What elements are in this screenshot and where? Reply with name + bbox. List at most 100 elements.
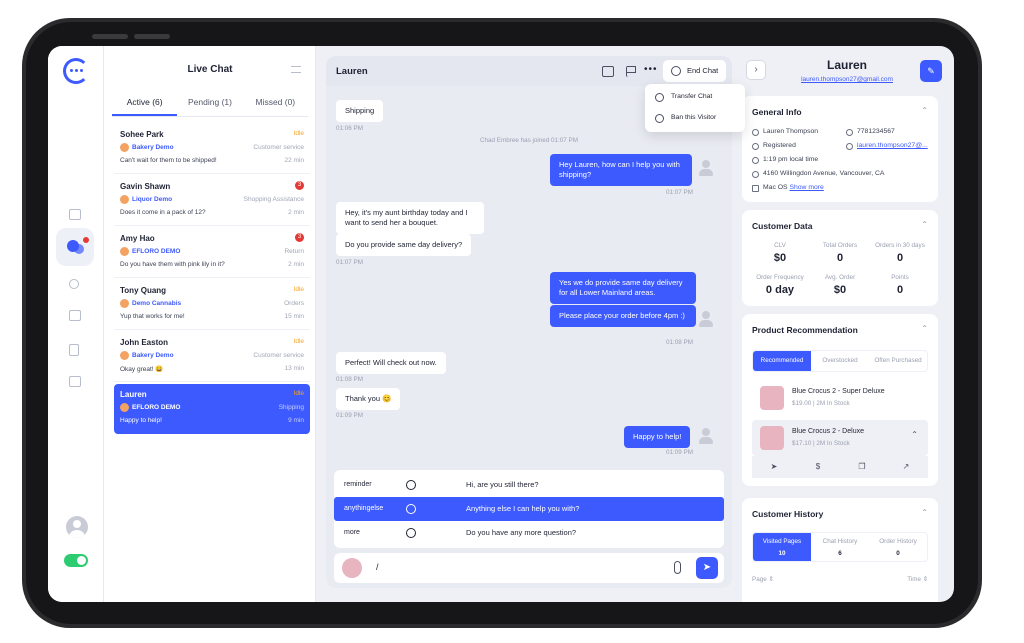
recommendation-tabs: Recommended Overstocked Often Purchased xyxy=(752,350,928,372)
message-timestamp: 01:06 PM xyxy=(336,125,363,132)
logo-icon[interactable] xyxy=(63,58,89,84)
users-icon[interactable] xyxy=(69,279,79,289)
chat-nav-item[interactable] xyxy=(56,228,94,266)
metric-avg-order: Avg. Order $0 xyxy=(810,274,870,296)
category-label: Customer service xyxy=(253,352,304,359)
phone-text: 7781234567 xyxy=(857,128,895,135)
registered: Registered xyxy=(752,142,796,150)
dollar-icon[interactable] xyxy=(602,66,614,77)
registered-text: Registered xyxy=(763,142,796,149)
edit-button[interactable]: ✎ xyxy=(920,60,942,82)
send-button[interactable]: ➤ xyxy=(696,557,718,579)
ban-visitor-item[interactable]: Ban this Visitor xyxy=(655,114,716,123)
metric-total-orders: Total Orders 0 xyxy=(810,242,870,264)
category-label: Shipping xyxy=(278,404,304,411)
chevron-up-icon[interactable]: ⌃ xyxy=(921,324,928,333)
metric-label: Points xyxy=(891,274,909,281)
history-tabs: Visited Pages 10 Chat History 6 Order Hist… xyxy=(752,532,928,562)
tab-count: 10 xyxy=(778,550,786,557)
message-in: Perfect! Will check out now. xyxy=(336,352,446,374)
chevron-up-icon[interactable]: ⌃ xyxy=(921,508,928,517)
metric-clv: CLV $0 xyxy=(750,242,810,264)
canned-key: reminder xyxy=(344,481,372,488)
user-avatar[interactable] xyxy=(66,516,88,538)
product-item[interactable]: Blue Crocus 2 - Super Deluxe $19.00 | 2M… xyxy=(752,380,928,416)
filter-icon[interactable] xyxy=(291,66,301,73)
status-badge: Idle xyxy=(293,286,304,293)
document-icon[interactable] xyxy=(69,344,79,356)
tab-recommended[interactable]: Recommended xyxy=(753,351,811,371)
tab-often-purchased[interactable]: Often Purchased xyxy=(869,351,927,371)
chat-item[interactable]: Sohee Park Idle Bakery Demo Customer ser… xyxy=(114,124,310,174)
chat-item[interactable]: Amy Hao 3 EFLORO DEMO Return Do you have… xyxy=(114,228,310,278)
chat-tabs: Active (6) Pending (1) Missed (0) xyxy=(112,95,308,117)
tab-pending[interactable]: Pending (1) xyxy=(177,95,242,116)
message-timestamp: 01:08 PM xyxy=(666,339,693,346)
tab-chat-history[interactable]: Chat History 6 xyxy=(811,533,869,561)
chevron-up-icon[interactable]: ⌃ xyxy=(921,106,928,115)
product-item[interactable]: Blue Crocus 2 - Deluxe $17.10 | 2M In St… xyxy=(752,420,928,456)
metric-label: CLV xyxy=(774,242,786,249)
tab-count: 6 xyxy=(838,550,842,557)
chat-item-name: Sohee Park xyxy=(120,130,164,139)
chevron-up-icon[interactable]: ⌃ xyxy=(911,430,918,439)
tab-label: Chat History xyxy=(822,538,858,545)
product-meta: $17.10 | 2M In Stock xyxy=(792,440,850,447)
chat-item[interactable]: Tony Quang Idle Demo Cannabis Orders Yup… xyxy=(114,280,310,330)
unread-badge: 3 xyxy=(295,233,304,242)
local-time-text: 1:19 pm local time xyxy=(763,156,819,163)
page-column-header[interactable]: Page ⇕ xyxy=(752,576,774,583)
tab-overstocked[interactable]: Overstocked xyxy=(811,351,869,371)
power-button xyxy=(134,34,170,39)
canned-item[interactable]: more Do you have any more question? xyxy=(334,521,724,545)
online-toggle[interactable] xyxy=(64,554,88,567)
elapsed-time: 22 min xyxy=(284,157,304,164)
more-options-button[interactable]: ••• xyxy=(644,64,658,75)
chevron-up-icon[interactable]: ⌃ xyxy=(921,220,928,229)
dollar-icon[interactable]: $ xyxy=(796,456,840,478)
copy-icon[interactable]: ❐ xyxy=(840,456,884,478)
analytics-icon[interactable] xyxy=(69,376,81,387)
category-label: Customer service xyxy=(253,144,304,151)
message-in: Shipping xyxy=(336,100,384,122)
flag-icon[interactable] xyxy=(626,66,638,77)
message-timestamp: 01:09 PM xyxy=(666,449,693,456)
tab-active[interactable]: Active (6) xyxy=(112,95,178,116)
status-badge: Idle xyxy=(293,390,304,397)
address-text: 4160 Willingdon Avenue, Vancouver, CA xyxy=(763,170,885,177)
mail-icon xyxy=(846,143,853,150)
email-link[interactable]: lauren.thompson27@... xyxy=(846,142,928,150)
visitor-avatar xyxy=(342,558,362,578)
send-icon[interactable]: ➤ xyxy=(752,456,796,478)
category-label: Shopping Assistance xyxy=(243,196,304,203)
end-chat-button[interactable]: End Chat xyxy=(663,60,727,82)
message-out: Hey Lauren, how can I help you with ship… xyxy=(550,154,692,186)
tab-missed[interactable]: Missed (0) xyxy=(243,95,308,116)
chat-item[interactable]: John Easton Idle Bakery Demo Customer se… xyxy=(114,332,310,382)
monitor-icon xyxy=(752,185,759,192)
canned-text: Anything else I can help you with? xyxy=(466,504,580,513)
tab-order-history[interactable]: Order History 0 xyxy=(869,533,927,561)
tab-visited-pages[interactable]: Visited Pages 10 xyxy=(753,533,811,561)
product-recommendation-title: Product Recommendation xyxy=(752,325,858,335)
product-recommendation-card: Product Recommendation ⌃ Recommended Ove… xyxy=(742,314,938,486)
customer-panel: › Lauren lauren.thompson27@gmail.com ✎ G… xyxy=(740,46,954,602)
time-column-header[interactable]: Time ⇕ xyxy=(907,576,928,583)
canned-responses: reminder Hi, are you still there? anythi… xyxy=(334,470,724,548)
store-label: Bakery Demo xyxy=(120,143,174,152)
chat-item-selected[interactable]: Lauren Idle EFLORO DEMO Shipping Happy t… xyxy=(114,384,310,434)
inbox-icon[interactable] xyxy=(69,310,81,321)
canned-item-highlighted[interactable]: anythingelse Anything else I can help yo… xyxy=(334,497,724,521)
transfer-chat-item[interactable]: Transfer Chat xyxy=(655,93,712,102)
external-link-icon[interactable]: ↗ xyxy=(884,456,928,478)
canned-item[interactable]: reminder Hi, are you still there? xyxy=(334,473,724,497)
chat-item[interactable]: Gavin Shawn 3 Liquor Demo Shopping Assis… xyxy=(114,176,310,226)
user-icon xyxy=(752,129,759,136)
canned-text: Hi, are you still there? xyxy=(466,480,539,489)
unread-badge: 3 xyxy=(295,181,304,190)
category-label: Return xyxy=(284,248,304,255)
attachment-icon[interactable] xyxy=(674,561,681,574)
dashboard-icon[interactable] xyxy=(69,209,81,220)
show-more-link[interactable]: Show more xyxy=(789,184,823,191)
message-input[interactable]: / xyxy=(376,562,379,572)
